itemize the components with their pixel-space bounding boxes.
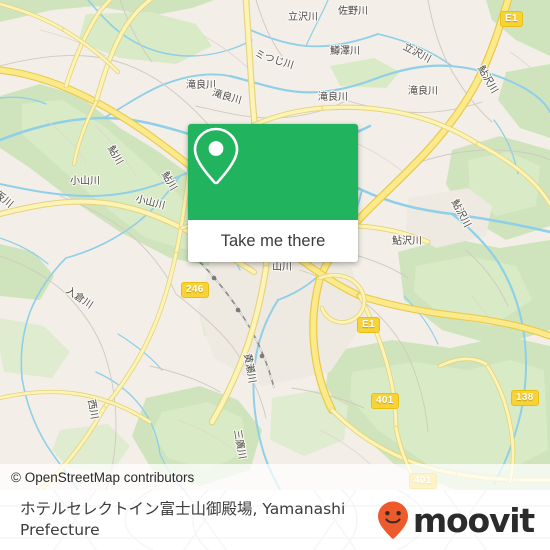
callout-icon-area bbox=[188, 124, 358, 220]
map-result-page: .land { fill:#f3efe8; } .forest { fill:#… bbox=[0, 0, 550, 550]
take-me-there-label: Take me there bbox=[220, 231, 326, 250]
road-shield: 246 bbox=[181, 282, 209, 298]
map-pin-icon bbox=[193, 127, 239, 185]
place-title: ホテルセレクトイン富士山御殿場, Yamanashi Prefecture bbox=[20, 500, 346, 539]
moovit-pin-smiley-icon bbox=[377, 501, 408, 539]
road-shield: 401 bbox=[371, 393, 399, 409]
road-shield: E1 bbox=[357, 317, 380, 333]
moovit-wordmark: moovit bbox=[412, 500, 535, 540]
map-attribution-bar: © OpenStreetMap contributors bbox=[0, 464, 550, 490]
moovit-brand[interactable]: moovit bbox=[376, 500, 535, 540]
osm-attribution-text: © OpenStreetMap contributors bbox=[11, 469, 195, 485]
footer-bar: ホテルセレクトイン富士山御殿場, Yamanashi Prefecture mo… bbox=[0, 490, 550, 550]
map-canvas[interactable]: .land { fill:#f3efe8; } .forest { fill:#… bbox=[0, 0, 550, 490]
take-me-there-button[interactable]: Take me there bbox=[188, 220, 358, 262]
road-shield: E1 bbox=[500, 11, 523, 27]
place-callout-card[interactable]: Take me there bbox=[188, 124, 358, 262]
road-shield: 138 bbox=[511, 390, 539, 406]
footer-content: ホテルセレクトイン富士山御殿場, Yamanashi Prefecture mo… bbox=[0, 490, 550, 550]
